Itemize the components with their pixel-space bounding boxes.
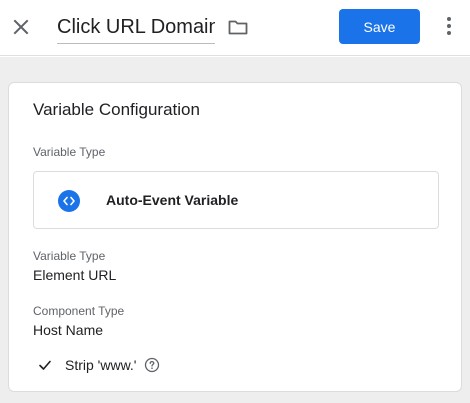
close-button[interactable] [9,15,33,39]
strip-www-checkbox[interactable]: Strip 'www.' [37,353,197,377]
check-icon [39,360,51,370]
folder-button[interactable] [227,17,249,37]
variable-type-selector[interactable]: Auto-Event Variable [33,171,439,229]
more-vert-icon-dot [447,17,451,21]
detail-type-label: Variable Type [33,249,106,263]
card-title: Variable Configuration [33,100,200,119]
more-options-button[interactable] [439,14,459,38]
strip-www-label: Strip 'www.' [65,357,137,373]
variable-type-heading: Variable Type [33,145,106,159]
more-vert-icon-dot [447,31,451,35]
component-type-label: Component Type [33,304,125,318]
close-icon [13,19,29,35]
editor-header: Save [0,0,470,56]
content-area: Variable Configuration Variable Type Aut… [0,57,470,403]
variable-type-name: Auto-Event Variable [106,192,239,208]
code-brackets-icon [58,190,80,212]
save-button[interactable]: Save [339,9,420,44]
more-vert-icon-dot [447,24,451,28]
help-circle-icon[interactable] [144,357,160,373]
variable-configuration-card: Variable Configuration Variable Type Aut… [8,82,462,392]
detail-type-value: Element URL [33,267,117,283]
folder-icon [228,20,248,35]
component-type-value: Host Name [33,322,104,338]
variable-name-input[interactable] [57,10,215,44]
